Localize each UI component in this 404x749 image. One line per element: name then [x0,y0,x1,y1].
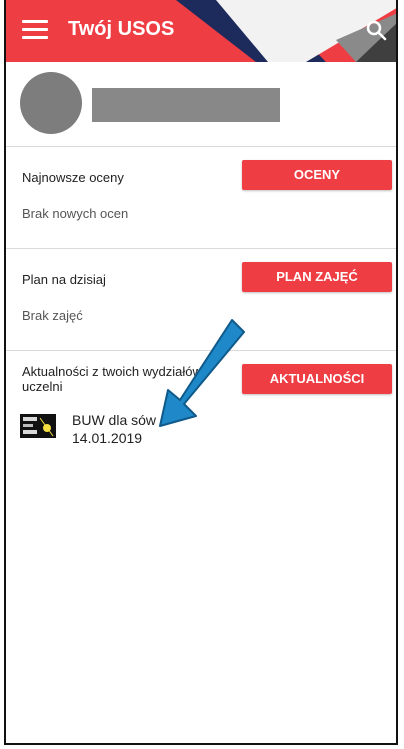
news-thumbnail [20,414,56,438]
grades-title: Najnowsze oceny [22,170,124,185]
avatar [20,72,82,134]
app-bar-background [176,0,396,62]
user-name-redacted [92,88,280,122]
news-button[interactable]: AKTUALNOŚCI [242,364,392,394]
app-title: Twój USOS [68,18,175,40]
news-item-title: BUW dla sów [72,412,157,428]
hamburger-menu-icon[interactable] [22,20,48,42]
app-bar: Twój USOS [6,0,396,62]
search-icon[interactable] [364,18,390,44]
app-frame: Twój USOS Najnowsze oceny OCENY Brak now… [4,0,398,745]
grades-empty-text: Brak nowych ocen [22,206,129,221]
profile-header [6,62,396,147]
news-item-date: 14.01.2019 [72,430,143,446]
grades-button[interactable]: OCENY [242,160,392,190]
annotation-arrow-icon [159,319,245,427]
schedule-button[interactable]: PLAN ZAJĘĆ [242,262,392,292]
grades-section: Najnowsze oceny OCENY Brak nowych ocen [6,146,396,249]
schedule-empty-text: Brak zajęć [22,308,83,323]
schedule-title: Plan na dzisiaj [22,272,106,287]
